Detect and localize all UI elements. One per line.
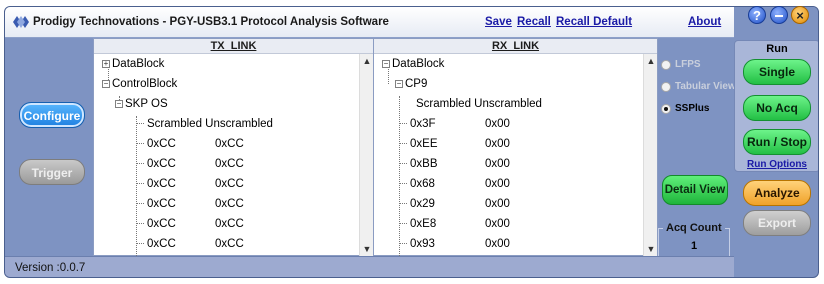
single-button[interactable]: Single [743,59,811,85]
tree-leaf[interactable]: 0x93 0x00 [399,234,510,254]
lfps-label: LFPS [675,59,701,70]
tx-link-title: TX_LINK [94,39,373,54]
analyze-button[interactable]: Analyze [743,180,811,206]
version-label: Version :0.0.7 [15,262,86,274]
scroll-down-icon[interactable]: ▼ [646,244,656,254]
tree-node-skp-os[interactable]: − SKP OS [115,94,168,114]
scroll-up-icon[interactable]: ▲ [362,56,372,66]
collapse-icon[interactable]: − [395,79,403,88]
tree-column-header: Scrambled Unscrambled [136,114,273,134]
help-icon[interactable]: ? [748,6,766,24]
tree-leaf[interactable]: 0xCC 0xCC [136,214,244,234]
app-logo-icon [13,16,29,28]
tree-node-datablock[interactable]: − DataBlock [382,54,444,74]
rx-link-panel: RX_LINK − DataBlock − CP9 Scrambled Unscra… [373,38,658,256]
about-link[interactable]: About [688,16,721,28]
app-window: Prodigy Technovations - PGY-USB3.1 Proto… [4,6,819,278]
tree-leaf[interactable]: 0x3F 0x00 [399,114,510,134]
tx-tree[interactable]: + DataBlock − ControlBlock − SKP OS Scrambl… [94,54,373,256]
recall-link[interactable]: Recall [517,16,551,28]
export-button[interactable]: Export [743,210,811,236]
run-stop-button[interactable]: Run / Stop [743,129,811,155]
tx-link-panel: TX_LINK + DataBlock − ControlBlock − SKP OS… [93,38,374,256]
tree-leaf[interactable]: 0xCC 0xCC [136,134,244,154]
rx-link-title: RX_LINK [374,39,657,54]
tree-leaf[interactable]: 0xE8 0x00 [399,214,510,234]
run-title: Run [766,43,788,55]
recall-default-link[interactable]: Recall Default [556,16,632,28]
collapse-icon[interactable]: − [382,59,390,68]
tree-leaf[interactable]: 0x68 0x00 [399,174,510,194]
title-bar: Prodigy Technovations - PGY-USB3.1 Proto… [5,7,734,38]
tree-leaf[interactable]: 0xCC 0xCC [136,154,244,174]
ssplus-radio[interactable] [661,104,671,114]
lfps-radio[interactable] [661,60,671,70]
tree-column-header: Scrambled Unscrambled [416,98,542,110]
rx-tree[interactable]: − DataBlock − CP9 Scrambled Unscrambled 0x… [374,54,657,256]
expand-icon[interactable]: + [102,59,110,68]
tree-node-datablock[interactable]: + DataBlock [102,54,164,74]
tree-leaf[interactable]: 0xCC 0xCC [136,174,244,194]
rx-scrollbar[interactable]: ▲ ▼ [643,54,657,256]
no-acq-button[interactable]: No Acq [743,95,811,121]
tree-leaf[interactable]: 0xCC 0xCC [136,234,244,254]
acq-count-value: 1 [690,240,698,252]
tree-leaf[interactable]: 0xEE 0x00 [399,134,510,154]
left-nav: Configure Trigger [5,38,93,256]
tx-scrollbar[interactable]: ▲ ▼ [359,54,373,256]
acq-count-label: Acq Count [663,222,725,234]
window-title: Prodigy Technovations - PGY-USB3.1 Proto… [33,16,389,28]
detail-view-button[interactable]: Detail View [662,175,728,205]
status-bar: Version :0.0.7 [5,256,734,277]
collapse-icon[interactable]: − [115,99,123,108]
trigger-button[interactable]: Trigger [19,159,85,185]
tabular-view-label: Tabular View [675,81,736,92]
ssplus-label: SSPlus [675,103,710,114]
tree-leaf[interactable]: 0xCC 0xCC [136,194,244,214]
tree-node-cp9[interactable]: − CP9 [395,74,427,94]
tree-leaf[interactable]: 0xBB 0x00 [399,154,510,174]
minimize-icon[interactable] [770,6,788,24]
scroll-up-icon[interactable]: ▲ [646,56,656,66]
run-panel: Run Single No Acq Run / Stop Run Options [734,40,818,172]
acq-count-box: Acq Count 1 [658,222,730,256]
scroll-down-icon[interactable]: ▼ [362,244,372,254]
close-icon[interactable]: × [791,6,809,24]
save-link[interactable]: Save [485,16,512,28]
tree-leaf[interactable]: 0x29 0x00 [399,194,510,214]
run-options-link[interactable]: Run Options [735,159,818,170]
tree-node-controlblock[interactable]: − ControlBlock [102,74,177,94]
configure-button[interactable]: Configure [19,102,85,128]
tabular-view-radio[interactable] [661,82,671,92]
view-options: LFPS Tabular View SSPlus Detail View Acq… [658,38,736,256]
collapse-icon[interactable]: − [102,79,110,88]
